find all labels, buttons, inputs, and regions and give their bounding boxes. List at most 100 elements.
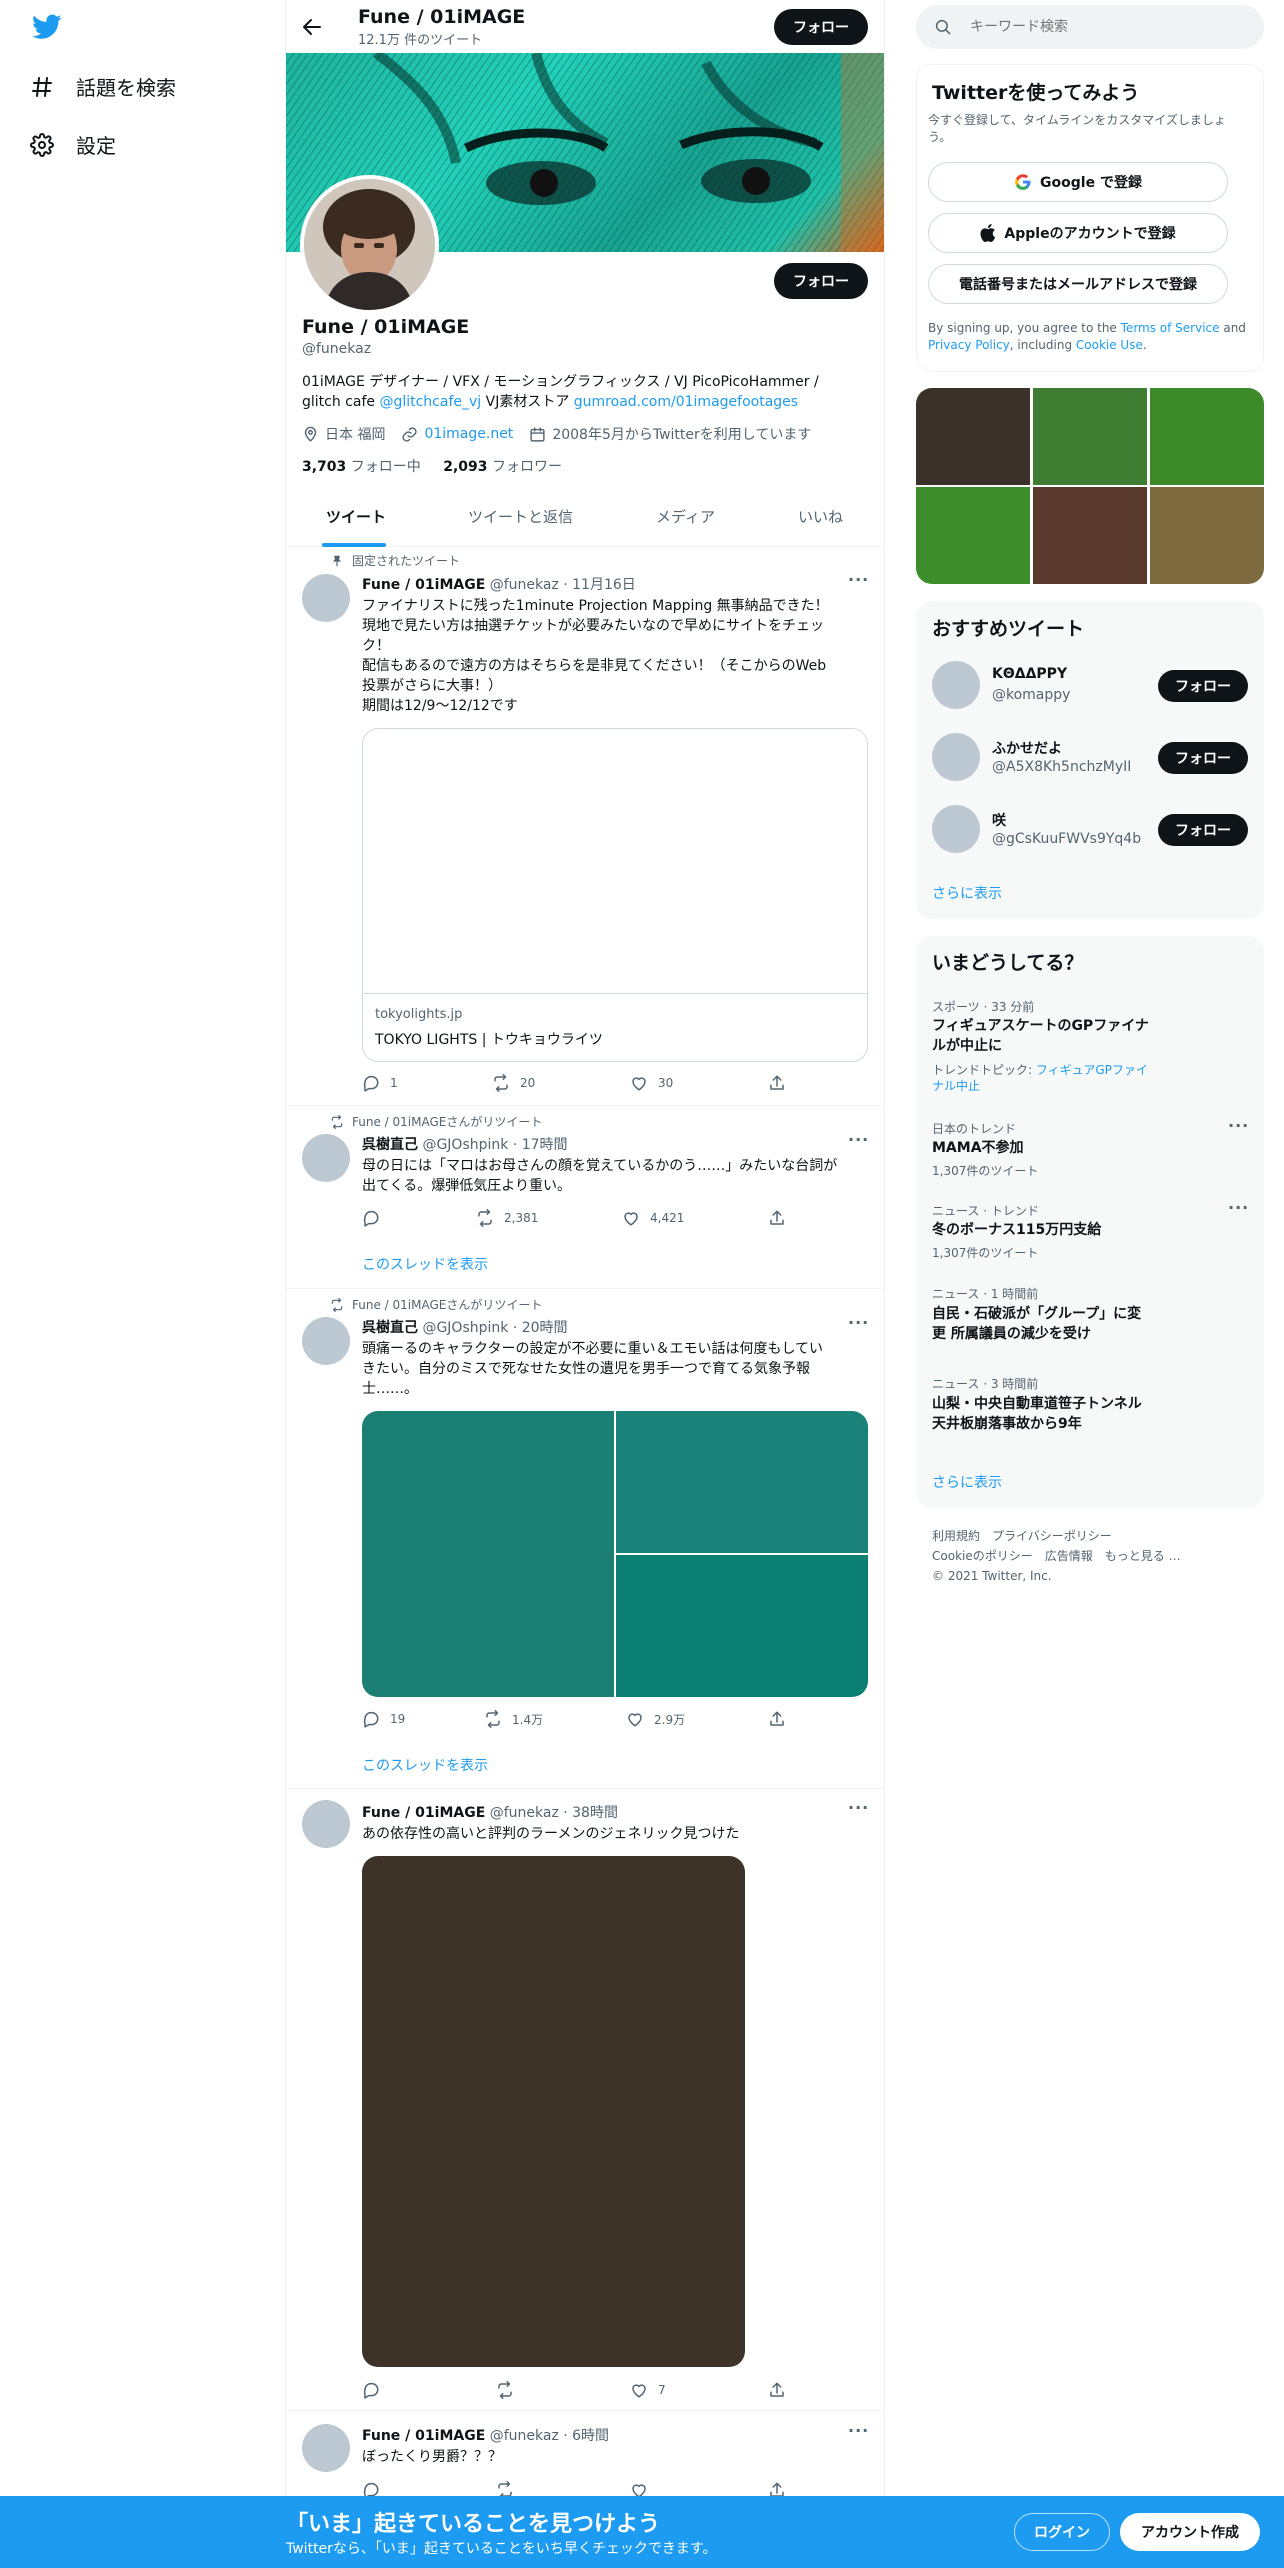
tweet-text: 頭痛ーるのキャラクターの設定が不必要に重い＆エモい話は何度もしてい きたい。自分の…: [362, 1341, 824, 1397]
recommend-follow-button[interactable]: フォロー: [1158, 742, 1248, 774]
like-button[interactable]: 4,421: [622, 1209, 684, 1227]
tab-tweets-replies[interactable]: ツイートと返信: [468, 494, 573, 540]
link-card[interactable]: tokyolights.jp TOKYO LIGHTS | トウキョウライツ: [362, 728, 868, 1062]
privacy-link[interactable]: Privacy Policy: [928, 338, 1010, 352]
terms-link[interactable]: Terms of Service: [1121, 321, 1220, 335]
tweet-media-image[interactable]: [362, 1411, 614, 1697]
reply-button[interactable]: 19: [362, 1710, 405, 1728]
reply-button[interactable]: 1: [362, 1074, 398, 1092]
trend-title[interactable]: 冬のボーナス115万円支給: [932, 1220, 1101, 1240]
header-follow-button[interactable]: フォロー: [774, 9, 868, 45]
show-thread-link[interactable]: このスレッドを表示: [362, 1254, 488, 1274]
media-thumb[interactable]: [1033, 487, 1147, 584]
bio-url-link[interactable]: gumroad.com/01imagefootages: [574, 394, 798, 410]
search-box[interactable]: [916, 5, 1264, 49]
like-button[interactable]: 2.9万: [626, 1710, 685, 1728]
tab-tweets[interactable]: ツイート: [322, 494, 386, 547]
like-button[interactable]: 30: [630, 1074, 673, 1092]
trend-topic-link[interactable]: フィギュアGPファイ: [1036, 1063, 1148, 1077]
tweet-meta: @GJOshpink · 20時間: [422, 1320, 568, 1336]
retweet-button[interactable]: 2,381: [476, 1209, 538, 1227]
share-button[interactable]: [768, 1209, 786, 1227]
reply-button[interactable]: [362, 2381, 390, 2399]
show-thread-link[interactable]: このスレッドを表示: [362, 1755, 488, 1775]
sidebar-item-settings[interactable]: 設定: [30, 130, 116, 159]
tweet-author-name[interactable]: 呉樹直己: [362, 1137, 418, 1153]
trends-show-more[interactable]: さらに表示: [932, 1472, 1002, 1492]
tab-likes[interactable]: いいね: [798, 494, 843, 540]
tweet-more-icon[interactable]: ···: [848, 1130, 869, 1149]
profile-website-link[interactable]: 01image.net: [424, 426, 513, 442]
trend-title[interactable]: フィギュアスケートのGPファイナ ルが中止に: [932, 1016, 1149, 1056]
media-thumb[interactable]: [1150, 388, 1264, 485]
tweet-avatar[interactable]: [302, 1800, 350, 1848]
recommend-user-name[interactable]: 咲: [992, 810, 1006, 830]
tweet-avatar[interactable]: [302, 1317, 350, 1365]
sidebar-item-explore[interactable]: 話題を検索: [30, 72, 176, 101]
back-arrow-icon[interactable]: [300, 15, 324, 39]
recommend-avatar[interactable]: [932, 733, 980, 781]
footer-link[interactable]: プライバシーポリシー: [992, 1529, 1112, 1543]
share-button[interactable]: [768, 1710, 786, 1728]
profile-follow-button[interactable]: フォロー: [774, 263, 868, 299]
profile-avatar[interactable]: [300, 175, 439, 314]
footer-link[interactable]: Cookieのポリシー: [932, 1549, 1033, 1563]
create-account-button[interactable]: アカウント作成: [1120, 2513, 1260, 2551]
media-thumb[interactable]: [1033, 388, 1147, 485]
bio-mention-link[interactable]: @glitchcafe_vj: [379, 394, 481, 410]
tweet-avatar[interactable]: [302, 2424, 350, 2472]
calendar-icon: [529, 426, 546, 443]
tweet-media-image[interactable]: [616, 1411, 868, 1553]
trend-title[interactable]: 自民・石破派が「グループ」に変更 所属議員の減少を受け: [932, 1304, 1141, 1344]
recommend-follow-button[interactable]: フォロー: [1158, 670, 1248, 702]
tweet-more-icon[interactable]: ···: [848, 2421, 869, 2440]
recommend-follow-button[interactable]: フォロー: [1158, 814, 1248, 846]
search-input[interactable]: [970, 19, 1230, 35]
media-thumb[interactable]: [916, 487, 1030, 584]
media-thumb[interactable]: [916, 388, 1030, 485]
tweet-media-image[interactable]: [362, 1856, 745, 2367]
recommend-avatar[interactable]: [932, 661, 980, 709]
recommend-user-name[interactable]: ΚΘΔΔΡΡΥ: [992, 666, 1067, 682]
tweet-media-image[interactable]: [616, 1555, 868, 1697]
tweet-author-name[interactable]: Fune / 01iMAGE: [362, 577, 485, 593]
trend-more-icon[interactable]: ···: [1228, 1116, 1249, 1135]
share-button[interactable]: [768, 2381, 786, 2399]
footer-link[interactable]: 広告情報: [1045, 1549, 1093, 1563]
retweet-button[interactable]: 1.4万: [484, 1710, 543, 1728]
phone-email-signup-button[interactable]: 電話番号またはメールアドレスで登録: [928, 264, 1228, 304]
apple-signup-button[interactable]: Appleのアカウントで登録: [928, 213, 1228, 253]
tweet-avatar[interactable]: [302, 1134, 350, 1182]
cookie-link[interactable]: Cookie Use: [1076, 338, 1143, 352]
tweet-more-icon[interactable]: ···: [848, 1798, 869, 1817]
media-thumb[interactable]: [1150, 487, 1264, 584]
google-signup-button[interactable]: Google で登録: [928, 162, 1228, 202]
tab-media[interactable]: メディア: [656, 494, 715, 540]
footer-link[interactable]: 利用規約: [932, 1529, 980, 1543]
login-button[interactable]: ログイン: [1014, 2513, 1110, 2551]
trend-more-icon[interactable]: ···: [1228, 1198, 1249, 1217]
footer-link[interactable]: もっと見る …: [1105, 1549, 1181, 1563]
tweet-author-name[interactable]: Fune / 01iMAGE: [362, 1805, 485, 1821]
recommend-show-more[interactable]: さらに表示: [932, 883, 1002, 903]
tweet-more-icon[interactable]: ···: [848, 570, 869, 589]
followers-link[interactable]: 2,093 フォロワー: [443, 459, 562, 475]
like-button[interactable]: 7: [630, 2381, 666, 2399]
share-button[interactable]: [768, 1074, 786, 1092]
tweet-separator: [286, 1105, 884, 1106]
retweet-button[interactable]: 20: [492, 1074, 535, 1092]
following-link[interactable]: 3,703 フォロー中: [302, 459, 421, 475]
reply-button[interactable]: [362, 1209, 390, 1227]
trend-title[interactable]: MAMA不参加: [932, 1138, 1024, 1158]
tweet-text: あの依存性の高いと評判のラーメンのジェネリック見つけた: [362, 1826, 740, 1842]
tweet-more-icon[interactable]: ···: [848, 1313, 869, 1332]
tweet-avatar[interactable]: [302, 574, 350, 622]
twitter-logo-icon[interactable]: [32, 14, 62, 40]
recommend-user-name[interactable]: ふかせだよ: [992, 738, 1062, 758]
trend-title[interactable]: 山梨・中央自動車道笹子トンネル 天井板崩落事故から9年: [932, 1394, 1142, 1434]
retweet-button[interactable]: [496, 2381, 524, 2399]
recommend-avatar[interactable]: [932, 805, 980, 853]
tweet-author-name[interactable]: Fune / 01iMAGE: [362, 2428, 485, 2444]
retweet-icon: [496, 2381, 514, 2399]
tweet-author-name[interactable]: 呉樹直己: [362, 1320, 418, 1336]
